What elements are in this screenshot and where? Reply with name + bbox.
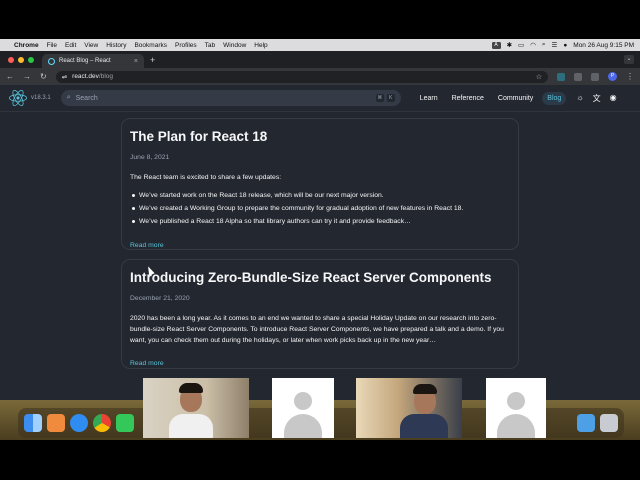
language-icon[interactable]: 文 (593, 93, 601, 104)
menu-app-name[interactable]: Chrome (14, 42, 39, 49)
post-intro: The React team is excited to share a few… (130, 174, 282, 181)
video-tile-participant-2[interactable] (272, 378, 334, 438)
nav-link-reference[interactable]: Reference (447, 92, 489, 105)
browser-toolbar: ← → ↻ ⇌ react.dev/blog ☆ P ⋮ (0, 68, 640, 85)
extensions-puzzle-icon[interactable] (574, 72, 582, 81)
address-bar[interactable]: ⇌ react.dev/blog ☆ (55, 70, 548, 83)
participant-shirt (169, 414, 213, 438)
participant-hair (413, 384, 437, 394)
control-center-icon[interactable]: ☰ (552, 41, 558, 49)
back-arrow-icon[interactable]: ← (6, 72, 14, 81)
search-input[interactable]: ⌕ Search ⌘ K (60, 90, 401, 106)
read-more-link[interactable]: Read more (130, 242, 164, 249)
react-version[interactable]: v18.3.1 (31, 95, 51, 101)
avatar-placeholder-body (284, 414, 322, 438)
participant-hair (179, 383, 203, 393)
react-logo[interactable]: v18.3.1 (9, 90, 51, 106)
bookmark-star-icon[interactable]: ☆ (536, 73, 542, 81)
preview-icon[interactable] (577, 414, 595, 432)
video-tile-participant-3[interactable] (356, 378, 462, 438)
close-tab-icon[interactable]: × (134, 58, 138, 65)
nav-link-community[interactable]: Community (493, 92, 538, 105)
video-tile-participant-1[interactable] (143, 378, 249, 438)
forward-arrow-icon[interactable]: → (23, 72, 31, 81)
menu-history[interactable]: History (106, 42, 126, 49)
react-atom-icon (9, 90, 27, 106)
window-controls (0, 56, 42, 63)
menu-tab[interactable]: Tab (205, 42, 215, 49)
menu-window[interactable]: Window (223, 42, 246, 49)
launchpad-icon[interactable] (47, 414, 65, 432)
list-item: We’ve published a React 18 Alpha so that… (130, 215, 510, 228)
blog-post-card[interactable]: Introducing Zero-Bundle-Size React Serve… (121, 259, 519, 369)
post-title[interactable]: Introducing Zero-Bundle-Size React Serve… (130, 270, 510, 285)
menu-file[interactable]: File (47, 42, 57, 49)
blog-post-card[interactable]: The Plan for React 18 June 8, 2021 The R… (121, 118, 519, 250)
theme-toggle-sun-icon[interactable]: ☼ (576, 93, 583, 104)
bluetooth-icon[interactable]: ✱ (507, 41, 512, 49)
search-icon: ⌕ (66, 94, 71, 101)
extension-icon[interactable] (557, 72, 565, 81)
list-item: We’ve started work on the React 18 relea… (130, 189, 510, 202)
menu-help[interactable]: Help (254, 42, 267, 49)
post-bullet-list: We’ve started work on the React 18 relea… (130, 189, 510, 228)
siri-icon[interactable]: ● (563, 42, 567, 49)
search-icon[interactable]: ⌕ (542, 41, 546, 49)
safari-icon[interactable] (70, 414, 88, 432)
post-date: December 21, 2020 (130, 295, 190, 302)
browser-tab-bar: React Blog – React × + ⌄ (0, 51, 640, 68)
post-date: June 8, 2021 (130, 154, 170, 161)
trash-icon[interactable] (600, 414, 618, 432)
menu-profiles[interactable]: Profiles (175, 42, 197, 49)
search-placeholder: Search (75, 94, 98, 102)
keyboard-input-icon[interactable]: A (491, 41, 501, 49)
github-icon[interactable]: ◉ (610, 93, 617, 104)
minimize-window-button[interactable] (18, 56, 24, 63)
cmd-key-icon: ⌘ (375, 94, 384, 102)
url-path: /blog (98, 73, 114, 80)
react-top-nav: v18.3.1 ⌕ Search ⌘ K Learn Reference Comm… (0, 85, 640, 112)
profile-avatar[interactable]: P (608, 72, 617, 81)
wifi-icon[interactable]: ◠ (530, 41, 536, 49)
finder-icon[interactable] (24, 414, 42, 432)
avatar-placeholder-icon (507, 392, 525, 410)
url-host: react.dev (72, 73, 99, 80)
participant-shirt (400, 414, 448, 438)
battery-icon[interactable]: ▭ (518, 41, 524, 49)
sidebar-icon[interactable] (591, 72, 599, 81)
avatar-placeholder-icon (294, 392, 312, 410)
maximize-window-button[interactable] (28, 56, 34, 63)
menu-view[interactable]: View (84, 42, 98, 49)
reload-icon[interactable]: ↻ (40, 72, 47, 81)
react-favicon-icon (48, 57, 55, 65)
post-title[interactable]: The Plan for React 18 (130, 129, 510, 144)
tab-title: React Blog – React (59, 58, 111, 64)
post-intro: 2020 has been a long year. As it comes t… (130, 315, 504, 344)
nav-link-learn[interactable]: Learn (415, 92, 443, 105)
nav-icons: ☼ 文 ◉ (576, 93, 616, 104)
nav-links: Learn Reference Community Blog (415, 91, 567, 105)
browser-tab-active[interactable]: React Blog – React × (42, 54, 144, 68)
avatar-placeholder-body (497, 414, 535, 438)
menu-edit[interactable]: Edit (65, 42, 76, 49)
read-more-link[interactable]: Read more (130, 360, 164, 367)
new-tab-button[interactable]: + (150, 55, 155, 65)
menu-bookmarks[interactable]: Bookmarks (134, 42, 167, 49)
messages-icon[interactable] (116, 414, 134, 432)
mac-menubar: Chrome File Edit View History Bookmarks … (0, 39, 640, 425)
k-key-icon: K (386, 94, 395, 102)
list-item: We’ve created a Working Group to prepare… (130, 202, 510, 215)
menubar-clock[interactable]: Mon 26 Aug 9:15 PM (573, 42, 634, 49)
video-tile-participant-4[interactable] (486, 378, 546, 438)
chrome-icon[interactable] (93, 414, 111, 432)
close-window-button[interactable] (8, 56, 14, 63)
tab-search-chevron-icon[interactable]: ⌄ (624, 55, 634, 64)
letterbox-bottom (0, 440, 640, 480)
more-menu-icon[interactable]: ⋮ (626, 72, 634, 81)
site-info-icon[interactable]: ⇌ (62, 73, 67, 81)
nav-link-blog[interactable]: Blog (542, 91, 567, 105)
